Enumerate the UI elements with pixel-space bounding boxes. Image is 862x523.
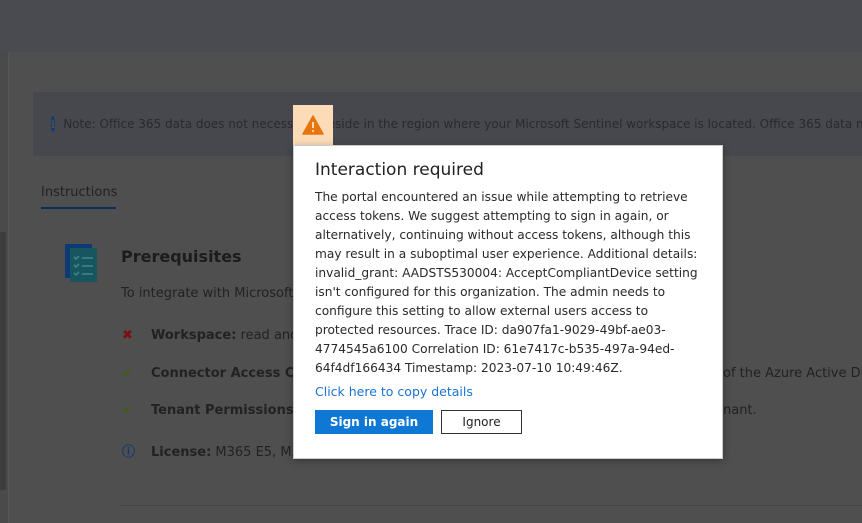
warning-badge [293, 105, 333, 145]
check-icon: ✔ [122, 403, 133, 418]
error-x-icon: ✖ [122, 328, 133, 343]
sign-in-again-button[interactable]: Sign in again [315, 410, 433, 434]
info-icon: i [51, 116, 56, 132]
scrollbar[interactable] [0, 232, 6, 490]
connector-access-tail: of the Azure Active Dire [723, 366, 862, 381]
info-icon: ⓘ [122, 445, 136, 460]
tab-instructions[interactable]: Instructions [41, 185, 117, 209]
prereq-item-license: ⓘ License: M365 E5, M36 [122, 441, 308, 460]
warning-icon [302, 115, 324, 135]
dialog-title: Interaction required [315, 160, 484, 180]
prereq-item-connector-access: ✔ Connector Access Cor [122, 366, 310, 381]
tenant-permissions-tail: nant. [723, 403, 757, 418]
interaction-required-dialog: Interaction required The portal encounte… [293, 145, 723, 459]
prereq-item-workspace: ✖ Workspace: read and w [122, 328, 314, 343]
prerequisites-description: To integrate with Microsoft [121, 286, 294, 301]
copy-details-link[interactable]: Click here to copy details [315, 384, 701, 399]
divider [121, 505, 862, 506]
prereq-item-tenant-permissions: ✔Tenant Permissions: 'G [122, 403, 317, 418]
prerequisites-title: Prerequisites [121, 247, 242, 266]
dialog-message: The portal encountered an issue while at… [315, 190, 698, 375]
checklist-icon [65, 244, 97, 282]
left-panel [0, 52, 9, 523]
check-icon: ✔ [122, 366, 133, 381]
note-text: Note: Office 365 data does not necessari… [63, 117, 862, 131]
top-bar [0, 0, 862, 52]
ignore-button[interactable]: Ignore [441, 410, 522, 434]
